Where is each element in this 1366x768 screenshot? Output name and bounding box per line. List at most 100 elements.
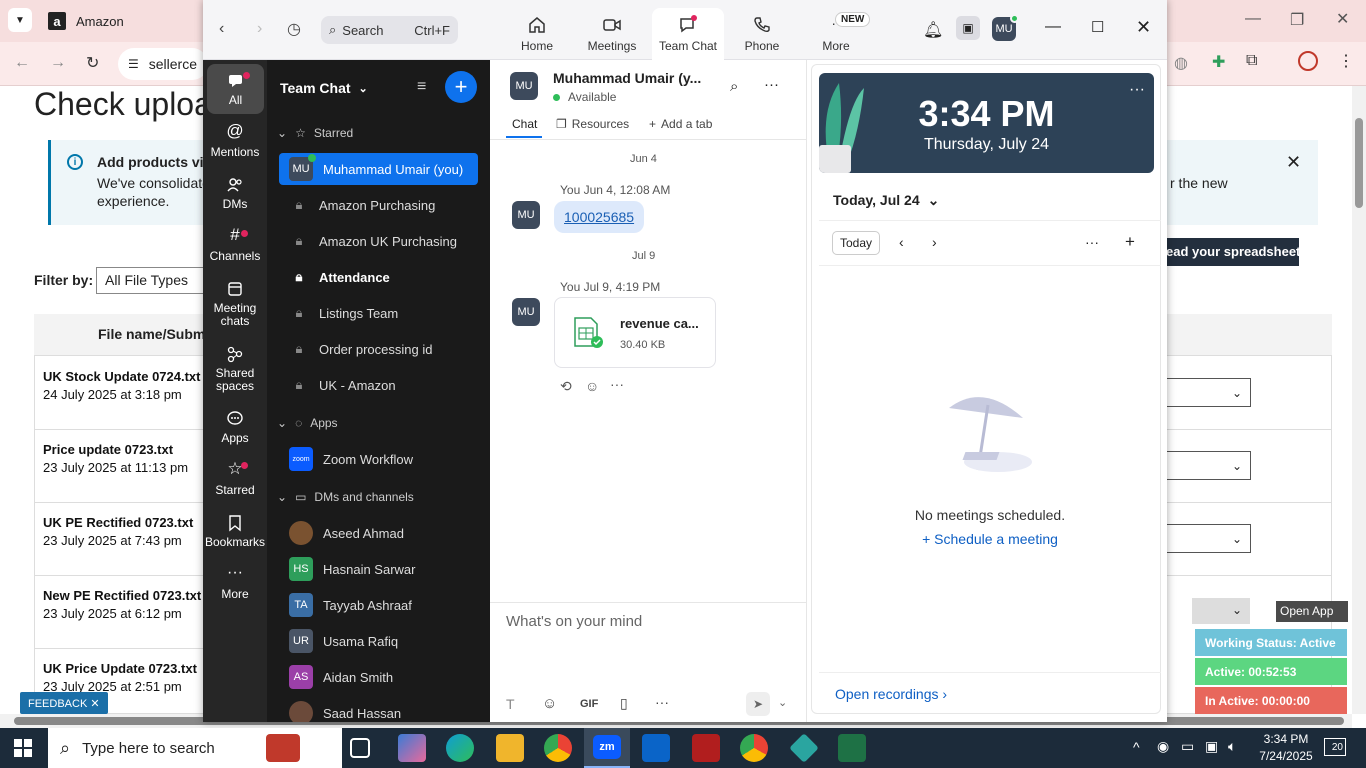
file-name[interactable]: Price update 0723.txt bbox=[43, 442, 204, 457]
back-icon[interactable]: ← bbox=[14, 54, 30, 72]
minimize-icon[interactable]: — bbox=[1245, 10, 1261, 28]
sidebar-item-attendance[interactable]: 🔒︎ Attendance bbox=[279, 261, 478, 293]
sidebar-item-listings-team[interactable]: 🔒︎ Listings Team bbox=[279, 297, 478, 329]
rail-mentions[interactable]: @ Mentions bbox=[203, 122, 267, 159]
camera-icon[interactable]: ◉ bbox=[1157, 738, 1169, 755]
filter-icon[interactable]: ≡ bbox=[417, 78, 426, 96]
extension-plus-icon[interactable]: ✚ bbox=[1212, 52, 1225, 72]
extensions-icon[interactable]: ⧉ bbox=[1246, 52, 1257, 70]
emoji-react-icon[interactable]: ☺ bbox=[585, 378, 599, 394]
today-button[interactable]: Today bbox=[832, 231, 880, 255]
file-name[interactable]: New PE Rectified 0723.txt bbox=[43, 588, 204, 603]
sidebar-item-amazon-purchasing[interactable]: 🔒︎ Amazon Purchasing bbox=[279, 189, 478, 221]
outlook-icon[interactable] bbox=[642, 734, 670, 762]
message-composer[interactable]: What's on your mind bbox=[506, 613, 796, 693]
sidebar-item-dm[interactable]: HS Hasnain Sarwar bbox=[279, 553, 478, 585]
tab-add[interactable]: + Add a tab bbox=[649, 117, 712, 131]
filezilla-icon[interactable] bbox=[692, 734, 720, 762]
emoji-icon[interactable]: ☺ bbox=[542, 695, 557, 712]
row-action-dropdown[interactable]: ⌄ bbox=[1159, 451, 1251, 480]
feedback-button[interactable]: FEEDBACK ✕ bbox=[20, 692, 108, 714]
task-view-icon[interactable] bbox=[350, 738, 370, 758]
reply-icon[interactable]: ⟲ bbox=[560, 378, 572, 395]
next-day-icon[interactable]: › bbox=[932, 234, 937, 250]
file-name[interactable]: UK Stock Update 0724.txt bbox=[43, 369, 204, 384]
close-icon[interactable]: ✕ bbox=[90, 698, 99, 710]
sidebar-item-dm[interactable]: TA Tayyab Ashraaf bbox=[279, 589, 478, 621]
app-diamond-icon[interactable] bbox=[789, 733, 819, 763]
nav-phone[interactable]: Phone bbox=[727, 8, 797, 60]
forward-icon[interactable]: → bbox=[50, 54, 66, 72]
schedule-meeting-link[interactable]: + Schedule a meeting bbox=[807, 531, 1167, 547]
open-recordings-link[interactable]: Open recordings › bbox=[835, 686, 947, 702]
more-icon[interactable]: ··· bbox=[655, 694, 669, 710]
apps-gift-icon[interactable]: ▣ bbox=[956, 16, 980, 40]
row-action-dropdown[interactable]: ⌄ bbox=[1159, 378, 1251, 407]
search-icon[interactable]: ⌕ bbox=[730, 78, 738, 95]
page-scrollbar[interactable] bbox=[1352, 86, 1366, 714]
battery-icon[interactable]: ▭ bbox=[1181, 738, 1194, 755]
tab-list-button[interactable]: ▼ bbox=[8, 8, 32, 32]
rail-apps[interactable]: Apps bbox=[203, 410, 267, 445]
zoom-search-input[interactable]: ⌕ Search Ctrl+F bbox=[321, 16, 458, 44]
zoom-taskbar-button[interactable]: zm bbox=[584, 728, 630, 768]
open-app-button[interactable]: Open App ↗ bbox=[1276, 601, 1348, 632]
restore-icon[interactable]: ❐ bbox=[1290, 10, 1304, 30]
edge-icon[interactable] bbox=[446, 734, 474, 762]
close-banner-icon[interactable]: ✕ bbox=[1286, 152, 1301, 173]
tab-resources[interactable]: ❐ Resources bbox=[556, 117, 629, 131]
minimize-icon[interactable]: — bbox=[1045, 18, 1061, 36]
sidebar-item-dm[interactable]: AS Aidan Smith bbox=[279, 661, 478, 693]
dms-section-header[interactable]: ⌄ ▭ DMs and channels bbox=[277, 490, 414, 504]
back-arrow-icon[interactable]: ‹ bbox=[219, 20, 224, 38]
nav-home[interactable]: Home bbox=[502, 8, 572, 60]
more-options-icon[interactable]: ··· bbox=[764, 76, 779, 93]
globe-icon[interactable]: ◍ bbox=[1174, 53, 1188, 73]
rail-more[interactable]: ··· More bbox=[203, 565, 267, 601]
network-icon[interactable]: ▣ bbox=[1205, 738, 1218, 755]
rail-starred[interactable]: ☆ Starred bbox=[203, 460, 267, 497]
sidebar-item-amazon-uk-purchasing[interactable]: 🔒︎ Amazon UK Purchasing bbox=[279, 225, 478, 257]
more-options-icon[interactable]: ··· bbox=[1085, 234, 1099, 250]
chevron-down-icon[interactable]: ⌄ bbox=[778, 696, 787, 709]
contact-name[interactable]: Muhammad Umair (y... bbox=[553, 70, 701, 86]
nav-team-chat[interactable]: Team Chat bbox=[652, 8, 724, 60]
rail-dms[interactable]: DMs bbox=[203, 176, 267, 211]
overlay-dropdown[interactable]: ⌄ bbox=[1192, 598, 1250, 624]
menu-kebab-icon[interactable]: ⋮ bbox=[1338, 51, 1354, 71]
profile-icon[interactable] bbox=[1298, 51, 1318, 71]
more-options-icon[interactable]: ··· bbox=[1129, 81, 1145, 99]
day-selector[interactable]: Today, Jul 24 ⌄ bbox=[833, 192, 939, 209]
rail-meeting-chats[interactable]: Meeting chats bbox=[203, 280, 267, 328]
close-icon[interactable]: ✕ bbox=[1336, 9, 1349, 29]
notifications-icon[interactable]: 20 bbox=[1324, 738, 1346, 756]
rail-channels[interactable]: # Channels bbox=[203, 226, 267, 263]
sidebar-item-dm[interactable]: Saad Hassan bbox=[279, 697, 478, 722]
forward-arrow-icon[interactable]: › bbox=[257, 20, 262, 38]
message-link[interactable]: 100025685 bbox=[554, 201, 645, 233]
chrome-profile-icon[interactable] bbox=[740, 734, 768, 762]
close-icon[interactable]: ✕ bbox=[1136, 17, 1151, 38]
chrome-icon[interactable] bbox=[544, 734, 572, 762]
copilot-icon[interactable] bbox=[398, 734, 426, 762]
address-bar[interactable]: ☰ sellerce bbox=[118, 48, 208, 80]
bell-icon[interactable]: 🔔︎ bbox=[923, 20, 943, 40]
browser-tab-amazon[interactable]: a Amazon bbox=[48, 0, 124, 42]
sidebar-item-order-processing[interactable]: 🔒︎ Order processing id bbox=[279, 333, 478, 365]
new-chat-button[interactable]: + bbox=[445, 71, 477, 103]
cortana-character-icon[interactable] bbox=[266, 734, 300, 762]
file-attachment[interactable]: revenue ca... 30.40 KB bbox=[554, 297, 716, 368]
sidebar-item-dm[interactable]: Aseed Ahmad bbox=[279, 517, 478, 549]
sidebar-item-zoom-workflow[interactable]: zoom Zoom Workflow bbox=[279, 443, 478, 475]
reload-icon[interactable]: ↻ bbox=[86, 53, 99, 73]
contact-avatar[interactable]: MU bbox=[510, 72, 538, 100]
file-icon[interactable]: ▯ bbox=[620, 695, 628, 712]
tab-chat[interactable]: Chat bbox=[512, 117, 537, 131]
apps-section-header[interactable]: ⌄ ◌ Apps bbox=[277, 416, 338, 430]
starred-section-header[interactable]: ⌄ ☆ Starred bbox=[277, 126, 353, 140]
nav-meetings[interactable]: Meetings bbox=[577, 8, 647, 60]
sidebar-item-muhammad-umair[interactable]: MU Muhammad Umair (you) bbox=[279, 153, 478, 185]
upload-spreadsheet-button[interactable]: ead your spreadsheet bbox=[1160, 238, 1299, 266]
row-action-dropdown[interactable]: ⌄ bbox=[1159, 524, 1251, 553]
taskbar-clock[interactable]: 3:34 PM 7/24/2025 bbox=[1256, 731, 1316, 765]
